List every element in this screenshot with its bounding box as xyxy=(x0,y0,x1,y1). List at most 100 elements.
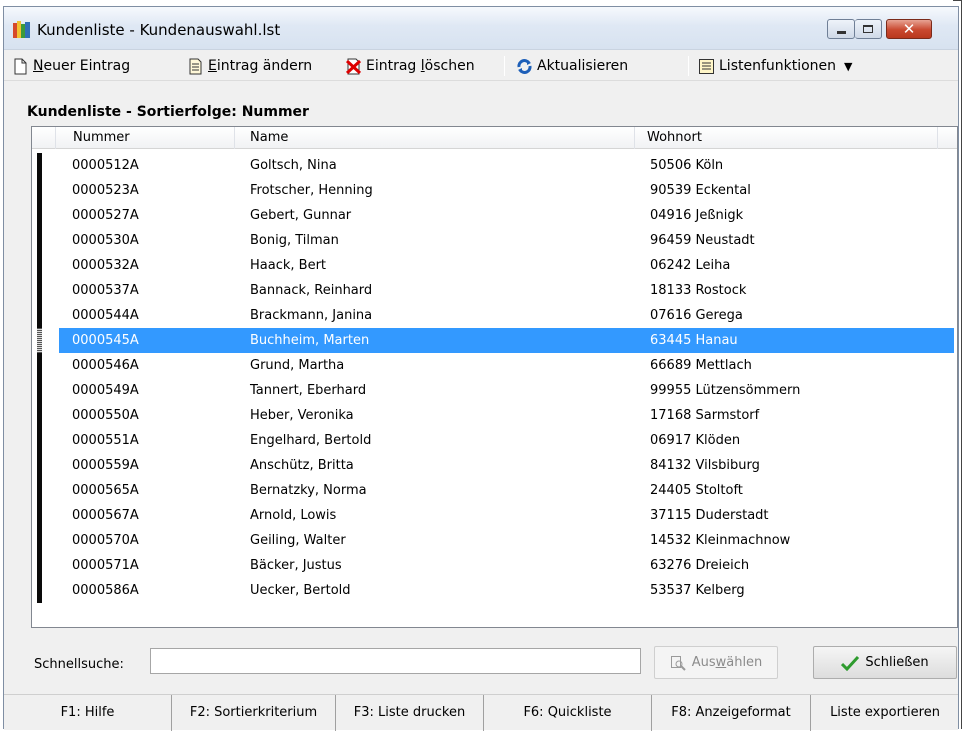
row-marker xyxy=(37,428,42,453)
table-row[interactable]: 0000559A Anschütz, Britta 84132 Vilsbiburg xyxy=(32,453,957,478)
f1-help-button[interactable]: F1: Hilfe xyxy=(4,695,172,731)
new-entry-button[interactable]: Neuer Eintrag xyxy=(12,55,130,77)
table-row[interactable]: 0000565A Bernatzky, Norma 24405 Stoltoft xyxy=(32,478,957,503)
list-functions-menu[interactable]: Listenfunktionen ▼ xyxy=(698,55,853,77)
refresh-label: Aktualisieren xyxy=(537,58,629,74)
cell-name: Engelhard, Bertold xyxy=(250,433,372,448)
edge-line xyxy=(961,0,962,729)
customer-list[interactable]: Nummer Name Wohnort 0000512A Goltsch, Nin… xyxy=(31,126,958,628)
table-row[interactable]: 0000549A Tannert, Eberhard 99955 Lützensöm… xyxy=(32,378,957,403)
books-icon xyxy=(13,21,30,38)
search-input[interactable] xyxy=(150,648,641,674)
cell-number: 0000559A xyxy=(72,458,139,473)
maximize-button[interactable] xyxy=(855,19,882,39)
main-window: Kundenliste - Kundenauswahl.lst ✕ Neuer … xyxy=(3,6,959,731)
title-bar[interactable]: Kundenliste - Kundenauswahl.lst ✕ xyxy=(4,7,958,50)
cell-name: Bannack, Reinhard xyxy=(250,283,373,298)
row-marker xyxy=(37,578,42,603)
cell-name: Tannert, Eberhard xyxy=(250,383,367,398)
cell-number: 0000512A xyxy=(72,158,139,173)
window-title: Kundenliste - Kundenauswahl.lst xyxy=(37,21,281,39)
table-row[interactable]: 0000551A Engelhard, Bertold 06917 Klöden xyxy=(32,428,957,453)
cell-number: 0000571A xyxy=(72,558,139,573)
column-header-name[interactable]: Name xyxy=(235,127,635,149)
cell-name: Buchheim, Marten xyxy=(250,333,370,348)
row-marker xyxy=(37,203,42,228)
list-header: Nummer Name Wohnort xyxy=(32,127,957,149)
table-row[interactable]: 0000532A Haack, Bert 06242 Leiha xyxy=(32,253,957,278)
cell-city: 96459 Neustadt xyxy=(650,233,755,248)
table-row[interactable]: 0000570A Geiling, Walter 14532 Kleinmachno… xyxy=(32,528,957,553)
row-marker xyxy=(37,453,42,478)
cell-name: Heber, Veronika xyxy=(250,408,354,423)
cell-city: 66689 Mettlach xyxy=(650,358,752,373)
f6-quicklist-button[interactable]: F6: Quickliste xyxy=(484,695,652,731)
edit-entry-label: Eintrag ändern xyxy=(208,58,313,74)
close-button[interactable]: Schließen xyxy=(813,646,957,679)
row-marker xyxy=(37,353,42,378)
f2-sort-button[interactable]: F2: Sortierkriterium xyxy=(172,695,336,731)
column-header-city[interactable]: Wohnort xyxy=(635,127,938,149)
minimize-icon xyxy=(837,31,846,34)
select-button[interactable]: Auswählen xyxy=(654,646,778,679)
toolbar: Neuer Eintrag Eintrag ändern Eintrag lös… xyxy=(4,51,958,81)
list-title: Kundenliste - Sortierfolge: Nummer xyxy=(27,104,309,120)
cell-city: 24405 Stoltoft xyxy=(650,483,743,498)
row-marker xyxy=(37,553,42,578)
f3-print-button[interactable]: F3: Liste drucken xyxy=(336,695,484,731)
table-row[interactable]: 0000544A Brackmann, Janina 07616 Gerega xyxy=(32,303,957,328)
cell-city: 53537 Kelberg xyxy=(650,583,745,598)
function-key-bar: F1: Hilfe F2: Sortierkriterium F3: Liste… xyxy=(4,694,959,731)
cell-city: 14532 Kleinmachnow xyxy=(650,533,791,548)
cell-number: 0000551A xyxy=(72,433,139,448)
row-marker xyxy=(37,153,42,178)
table-row[interactable]: 0000550A Heber, Veronika 17168 Sarmstorf xyxy=(32,403,957,428)
close-window-button[interactable]: ✕ xyxy=(886,19,932,39)
cell-number: 0000545A xyxy=(72,333,139,348)
table-row[interactable]: 0000567A Arnold, Lowis 37115 Duderstadt xyxy=(32,503,957,528)
cell-number: 0000537A xyxy=(72,283,139,298)
table-row[interactable]: 0000527A Gebert, Gunnar 04916 Jeßnigk xyxy=(32,203,957,228)
cell-city: 17168 Sarmstorf xyxy=(650,408,760,423)
selection-highlight xyxy=(59,328,954,353)
cell-number: 0000565A xyxy=(72,483,139,498)
row-marker xyxy=(37,178,42,203)
new-document-icon xyxy=(14,58,27,74)
cell-name: Haack, Bert xyxy=(250,258,327,273)
delete-entry-button[interactable]: Eintrag löschen xyxy=(345,55,475,77)
edit-document-icon xyxy=(189,58,202,74)
table-row[interactable]: 0000530A Bonig, Tilman 96459 Neustadt xyxy=(32,228,957,253)
list-icon xyxy=(699,58,714,74)
table-row[interactable]: 0000571A Bäcker, Justus 63276 Dreieich xyxy=(32,553,957,578)
cell-number: 0000550A xyxy=(72,408,139,423)
minimize-button[interactable] xyxy=(827,19,855,39)
refresh-button[interactable]: Aktualisieren xyxy=(516,55,628,77)
close-button-label: Schließen xyxy=(865,655,929,670)
toolbar-separator xyxy=(504,56,505,76)
delete-entry-label: Eintrag löschen xyxy=(366,58,475,74)
table-row[interactable]: 0000546A Grund, Martha 66689 Mettlach xyxy=(32,353,957,378)
cell-city: 50506 Köln xyxy=(650,158,724,173)
cell-number: 0000530A xyxy=(72,233,139,248)
cell-city: 06917 Klöden xyxy=(650,433,741,448)
cell-name: Uecker, Bertold xyxy=(250,583,351,598)
export-list-button[interactable]: Liste exportieren xyxy=(811,695,959,731)
marker-column-header[interactable] xyxy=(32,127,56,149)
cell-city: 07616 Gerega xyxy=(650,308,743,323)
row-marker xyxy=(37,253,42,278)
refresh-icon xyxy=(517,58,532,74)
table-row[interactable]: 0000545A Buchheim, Marten 63445 Hanau xyxy=(32,328,957,353)
table-row[interactable]: 0000512A Goltsch, Nina 50506 Köln xyxy=(32,153,957,178)
table-row[interactable]: 0000523A Frotscher, Henning 90539 Eckental xyxy=(32,178,957,203)
table-row[interactable]: 0000537A Bannack, Reinhard 18133 Rostock xyxy=(32,278,957,303)
edit-entry-button[interactable]: Eintrag ändern xyxy=(187,55,312,77)
row-marker xyxy=(37,478,42,503)
column-header-number[interactable]: Nummer xyxy=(56,127,235,149)
cell-name: Anschütz, Britta xyxy=(250,458,354,473)
table-row[interactable]: 0000586A Uecker, Bertold 53537 Kelberg xyxy=(32,578,957,603)
close-icon: ✕ xyxy=(902,20,916,38)
cell-number: 0000549A xyxy=(72,383,139,398)
f8-display-format-button[interactable]: F8: Anzeigeformat xyxy=(652,695,811,731)
checkmark-icon xyxy=(841,655,860,671)
cell-name: Geiling, Walter xyxy=(250,533,346,548)
